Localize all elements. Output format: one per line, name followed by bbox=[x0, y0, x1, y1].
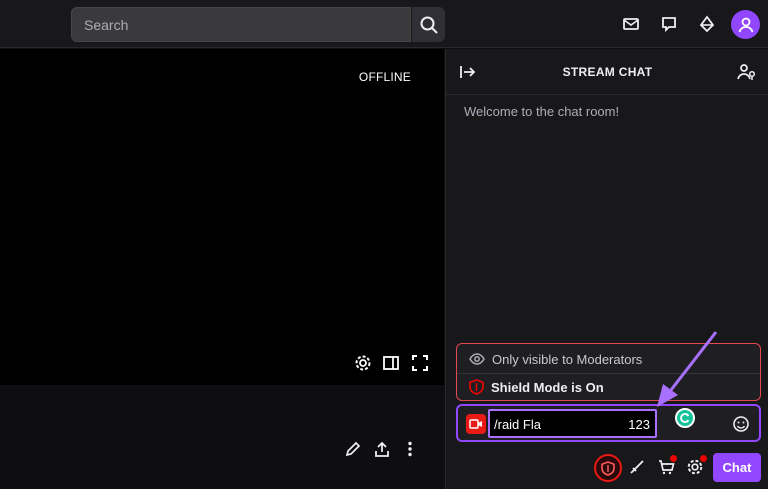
inbox-icon bbox=[623, 18, 639, 30]
shield-mode-button[interactable] bbox=[594, 454, 622, 482]
moderator-visibility-text: Only visible to Moderators bbox=[492, 351, 643, 367]
eye-icon bbox=[469, 353, 485, 365]
theatre-mode-icon bbox=[383, 356, 399, 370]
shield-icon bbox=[601, 460, 615, 476]
community-button[interactable] bbox=[737, 63, 757, 81]
offline-label: OFFLINE bbox=[358, 70, 411, 84]
users-icon bbox=[737, 64, 756, 80]
chat-settings-button[interactable] bbox=[684, 455, 707, 478]
settings-button[interactable] bbox=[353, 353, 373, 373]
shield-icon bbox=[469, 379, 484, 395]
chat-header: STREAM CHAT bbox=[446, 49, 768, 95]
share-icon bbox=[375, 441, 389, 457]
gear-icon bbox=[355, 355, 371, 371]
smiley-icon bbox=[733, 416, 749, 432]
chat-command-field[interactable]: /raid Fla 123 bbox=[488, 409, 657, 438]
divider bbox=[457, 373, 760, 374]
search-placeholder: Search bbox=[84, 17, 129, 33]
search-button[interactable] bbox=[412, 7, 445, 42]
chat-input-box[interactable]: /raid Fla 123 bbox=[456, 404, 761, 442]
moderator-visibility-row: Only visible to Moderators bbox=[469, 351, 642, 367]
more-options-button[interactable] bbox=[400, 439, 420, 459]
prime-button[interactable] bbox=[695, 12, 719, 36]
sword-icon bbox=[630, 460, 644, 474]
user-icon bbox=[738, 17, 753, 32]
shield-mode-text: Shield Mode is On bbox=[491, 379, 604, 395]
notification-dot bbox=[670, 455, 677, 462]
edit-button[interactable] bbox=[343, 439, 363, 459]
pencil-icon bbox=[345, 441, 361, 457]
chat-title: STREAM CHAT bbox=[562, 65, 653, 79]
whispers-icon bbox=[662, 17, 676, 33]
top-nav-bar: Search bbox=[0, 0, 768, 48]
prime-icon bbox=[699, 15, 715, 33]
chat-welcome-message: Welcome to the chat room! bbox=[464, 104, 620, 119]
search-input[interactable]: Search bbox=[71, 7, 411, 42]
moderator-notice-box: Only visible to Moderators Shield Mode i… bbox=[456, 343, 761, 401]
video-player[interactable]: OFFLINE bbox=[0, 49, 444, 385]
bits-shop-button[interactable] bbox=[655, 455, 677, 478]
emote-picker-button[interactable] bbox=[732, 415, 750, 433]
fullscreen-button[interactable] bbox=[410, 353, 430, 373]
camera-icon[interactable] bbox=[466, 414, 486, 434]
notification-dot bbox=[700, 455, 707, 462]
share-button[interactable] bbox=[372, 439, 392, 459]
user-avatar[interactable] bbox=[731, 10, 760, 39]
send-chat-button[interactable]: Chat bbox=[713, 453, 761, 482]
mod-tools-button[interactable] bbox=[626, 456, 648, 478]
chat-input-counter: 123 bbox=[628, 417, 650, 432]
theatre-mode-button[interactable] bbox=[381, 353, 401, 373]
stream-chat-panel: STREAM CHAT Welcome to the chat room! On… bbox=[445, 49, 768, 489]
search-icon bbox=[420, 16, 438, 34]
vertical-dots-icon bbox=[408, 441, 412, 457]
grammarly-icon[interactable] bbox=[675, 408, 695, 428]
inbox-button[interactable] bbox=[619, 12, 643, 36]
channel-info-area bbox=[0, 385, 444, 489]
shield-mode-row: Shield Mode is On bbox=[469, 379, 604, 395]
fullscreen-icon bbox=[412, 355, 428, 371]
chat-input-value: /raid Fla bbox=[494, 417, 541, 432]
whispers-button[interactable] bbox=[657, 12, 681, 36]
